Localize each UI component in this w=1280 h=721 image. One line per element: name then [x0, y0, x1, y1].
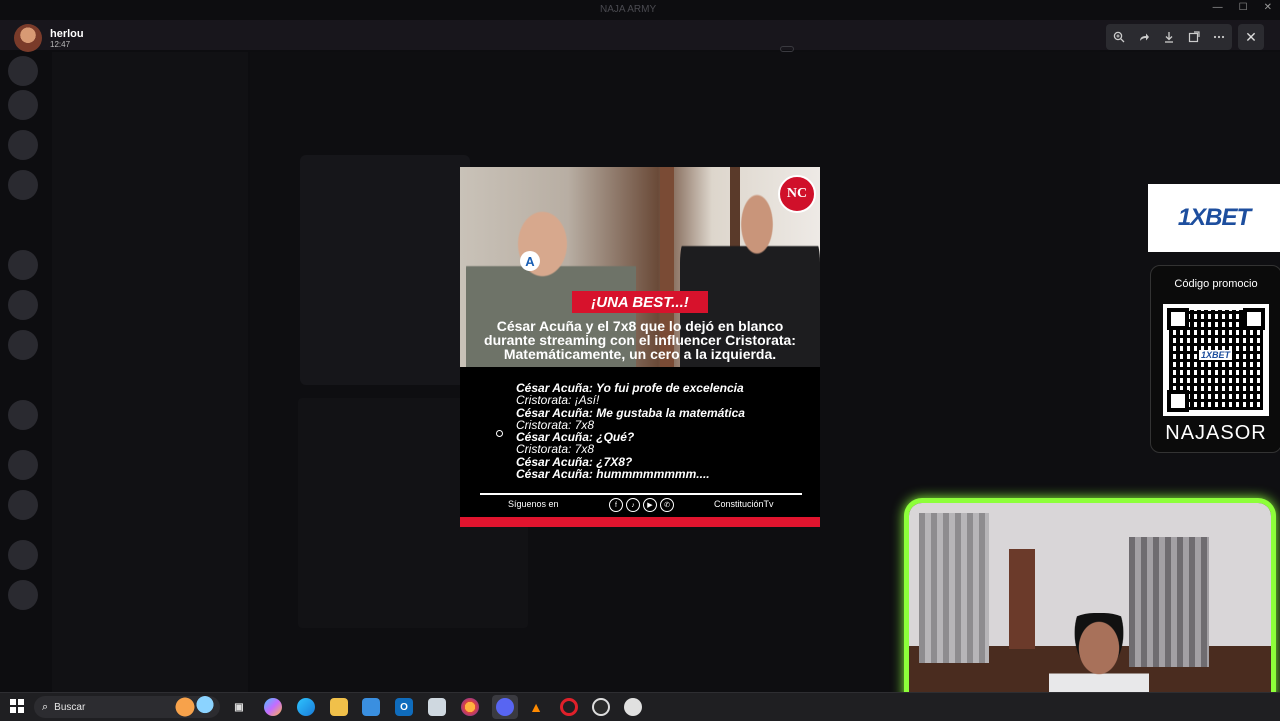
server-icon — [8, 330, 38, 360]
qr-code: 1XBET — [1163, 304, 1269, 416]
opera-icon[interactable] — [560, 698, 578, 716]
store-icon[interactable] — [362, 698, 380, 716]
bet-logo: 1XBET — [1177, 204, 1251, 231]
download-icon[interactable] — [1161, 29, 1177, 45]
edge-icon[interactable] — [297, 698, 315, 716]
whatsapp-icon: ✆ — [660, 498, 674, 512]
server-icon — [8, 490, 38, 520]
zoom-in-icon[interactable] — [1111, 29, 1127, 45]
party-logo: A — [520, 251, 540, 271]
brand-name: ConstituciónTv — [714, 499, 774, 509]
viewer-topbar — [0, 20, 1280, 52]
task-view-icon[interactable]: ▣ — [230, 698, 248, 716]
follow-label: Síguenos en — [508, 499, 559, 509]
door — [1009, 549, 1035, 649]
copilot-icon[interactable] — [264, 698, 282, 716]
nc-logo: NC — [778, 175, 816, 213]
more-icon[interactable] — [1211, 29, 1227, 45]
bet-ad: 1XBET — [1148, 184, 1280, 252]
window-close-button[interactable]: ✕ — [1264, 2, 1272, 13]
outlook-icon[interactable]: O — [395, 698, 413, 716]
server-icon — [8, 540, 38, 570]
webcam-overlay — [904, 498, 1276, 712]
media-icon[interactable] — [428, 698, 446, 716]
taskbar: ⌕ Buscar ▣ O ▲ — [0, 692, 1280, 721]
obs-icon[interactable] — [592, 698, 610, 716]
headline-tag: ¡UNA BEST...! — [572, 291, 708, 313]
promo-card: Código promocio 1XBET NAJASOR — [1150, 265, 1280, 453]
dialogue-line: Cristorata: 7x8 — [516, 442, 595, 457]
search-icon: ⌕ — [42, 700, 49, 713]
cursor-dot — [496, 430, 503, 437]
minimize-button[interactable]: — — [1213, 2, 1223, 13]
curtain — [919, 513, 989, 663]
server-icon — [8, 250, 38, 280]
search-placeholder: Buscar — [54, 701, 86, 713]
social-icons: f ♪ ▶ ✆ — [609, 498, 674, 512]
search-highlight-icon — [170, 695, 220, 719]
vlc-icon[interactable]: ▲ — [527, 698, 545, 716]
file-explorer-icon[interactable] — [330, 698, 348, 716]
maximize-button[interactable]: ☐ — [1239, 2, 1248, 13]
qr-finder — [1167, 390, 1189, 412]
divider — [480, 493, 802, 495]
server-icon — [8, 580, 38, 610]
red-footer-bar — [460, 517, 820, 527]
tiktok-icon: ♪ — [626, 498, 640, 512]
facebook-icon: f — [609, 498, 623, 512]
close-viewer-button[interactable]: ✕ — [1238, 24, 1264, 50]
forward-icon[interactable] — [1136, 29, 1152, 45]
viewer-toolbar — [1106, 24, 1232, 50]
qr-finder — [1167, 308, 1189, 330]
firefox-icon[interactable] — [461, 698, 479, 716]
server-icon — [8, 56, 38, 86]
post-image: A NC ¡UNA BEST...! César Acuña y el 7x8 … — [460, 167, 820, 527]
upload-time: 12:47 — [50, 39, 71, 49]
banner-button[interactable] — [780, 46, 794, 52]
server-icon — [8, 90, 38, 120]
server-icon — [8, 400, 38, 430]
channel-sidebar — [52, 52, 248, 692]
start-button[interactable] — [10, 699, 24, 713]
dialogue-line: Cristorata: ¡Así! — [516, 393, 600, 408]
promo-label: Código promocio — [1174, 278, 1258, 290]
headline: César Acuña y el 7x8 que lo dejó en blan… — [484, 318, 796, 362]
dialogue: César Acuña: Yo fui profe de excelencia … — [516, 382, 796, 482]
window-controls: — ☐ ✕ — [1213, 2, 1272, 13]
youtube-icon: ▶ — [643, 498, 657, 512]
server-title: NAJA ARMY — [600, 4, 657, 15]
dialogue-line: César Acuña: hummmmmmmm.... — [516, 467, 710, 482]
promo-code: NAJASOR — [1165, 422, 1267, 444]
qr-finder — [1243, 308, 1265, 330]
chat-image-preview — [300, 155, 470, 385]
server-icon — [8, 450, 38, 480]
app-icon[interactable] — [624, 698, 642, 716]
server-icon — [8, 170, 38, 200]
open-external-icon[interactable] — [1186, 29, 1202, 45]
discord-icon[interactable] — [496, 698, 514, 716]
server-icon — [8, 290, 38, 320]
uploader-info: herlou 12:47 — [14, 24, 84, 52]
server-icon — [8, 130, 38, 160]
webcam-room — [909, 503, 1271, 707]
avatar[interactable] — [14, 24, 42, 52]
qr-logo: 1XBET — [1199, 350, 1233, 360]
uploader-name[interactable]: herlou — [50, 28, 84, 40]
